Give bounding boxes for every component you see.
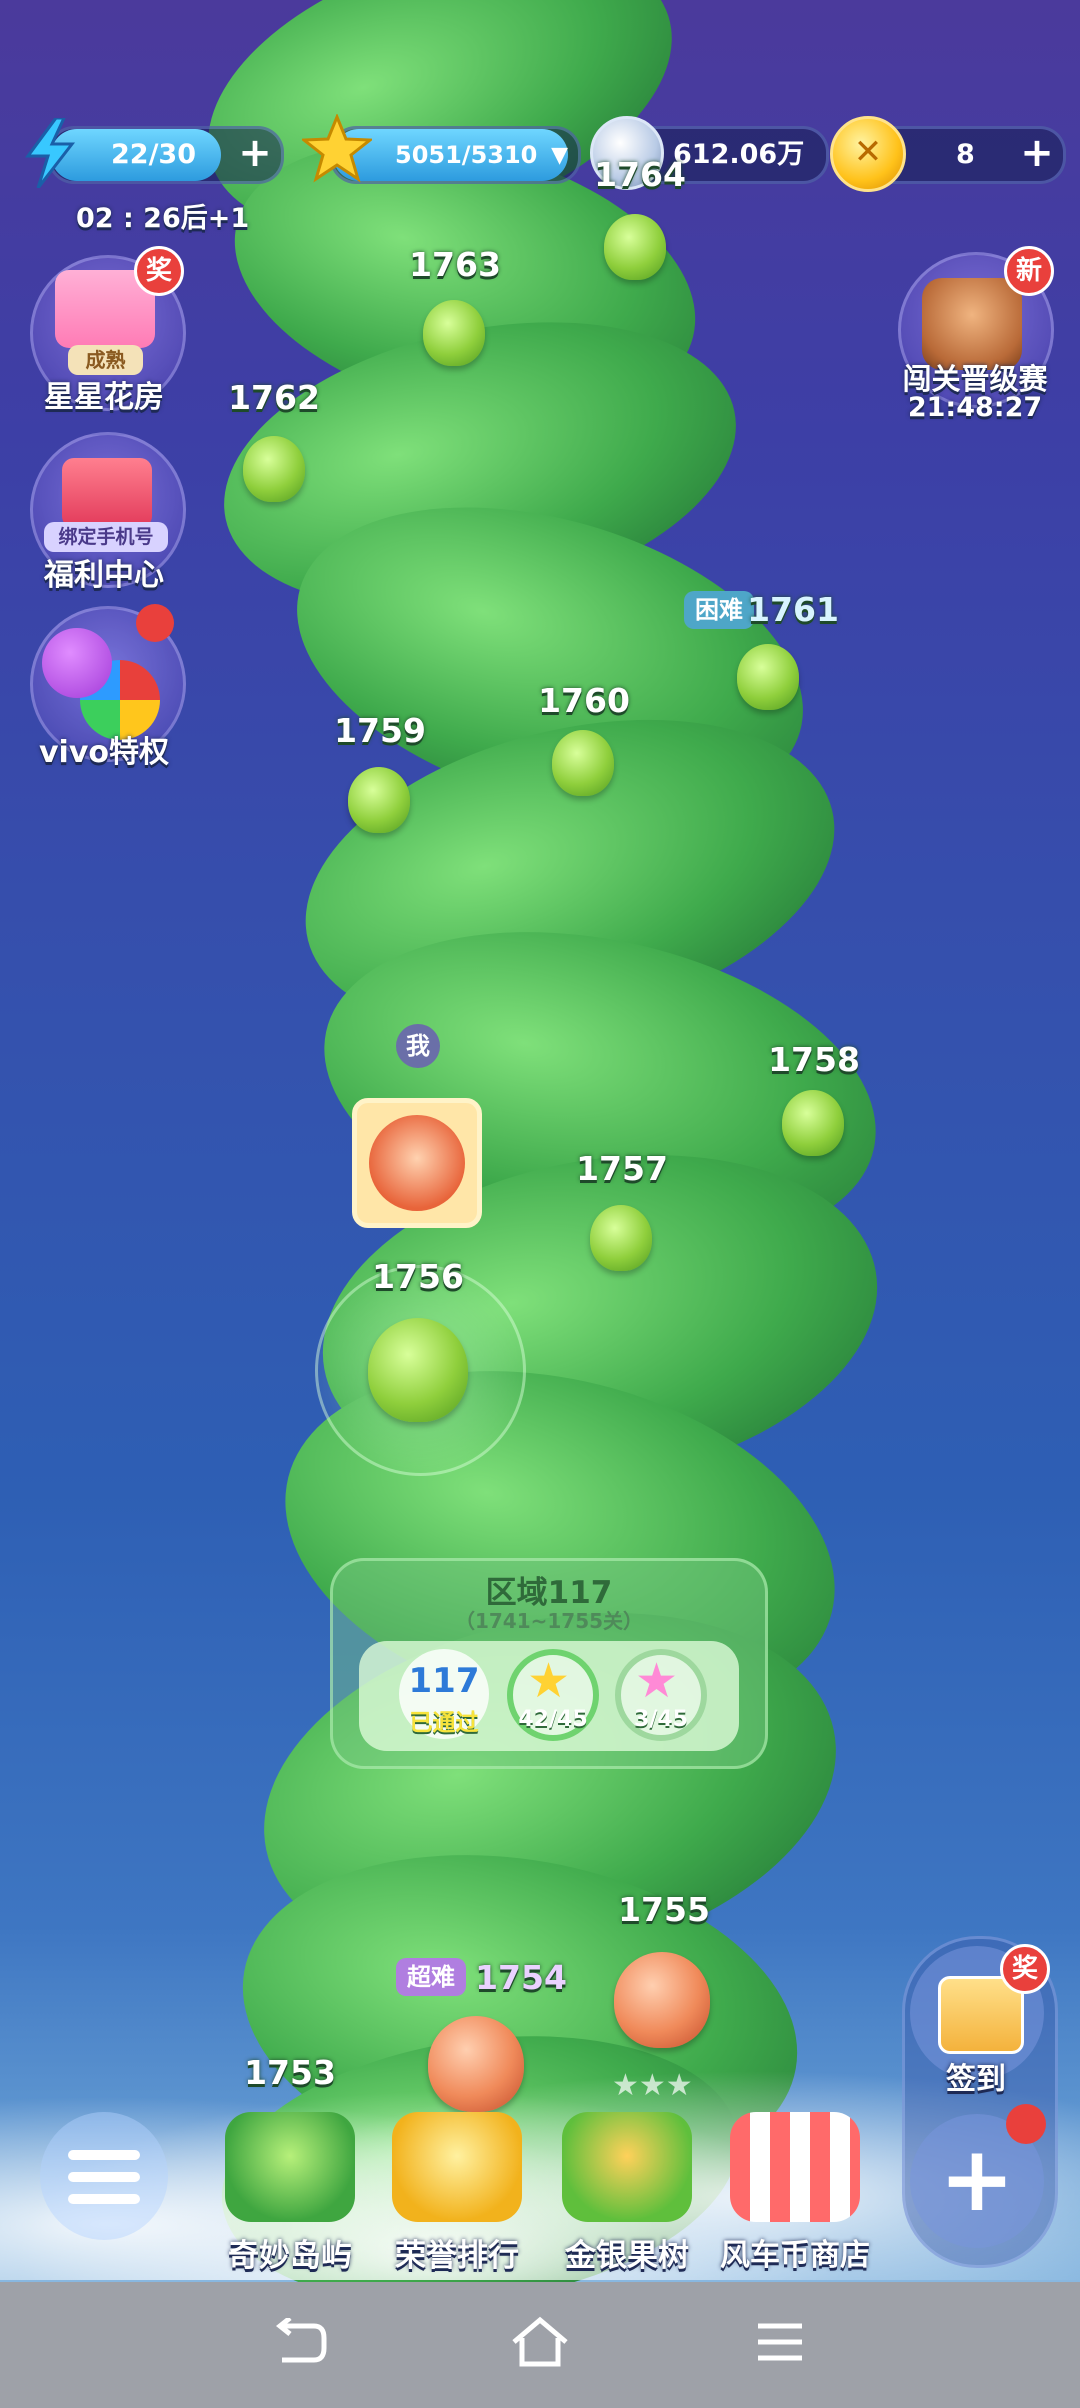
region-star-count: 42/45 [518,1707,588,1732]
home-icon[interactable] [508,2314,572,2370]
level-1755-number: 1755 [618,1890,710,1929]
level-1758-node[interactable] [782,1090,844,1156]
signin-badge: 奖 [1000,1944,1050,1994]
nav-islands[interactable]: 奇妙岛屿 [205,2112,375,2275]
nav-ranking-label: 荣誉排行 [395,2238,519,2274]
level-1763-node[interactable] [423,300,485,366]
star-icon [299,113,375,184]
level-1754-difficulty-tag: 超难 [396,1958,466,1996]
fruit-tree-icon [562,2112,692,2222]
region-subtitle: （1741~1755关） [454,1609,644,1633]
avatar-character-icon [369,1115,465,1211]
energy-bar[interactable]: 22/30 + [48,126,284,184]
region-panel[interactable]: 区域117 （1741~1755关） 117 已通过 ★ 42/45 ★ 3/4… [330,1558,768,1769]
energy-timer: 02 : 26后+1 [76,203,250,234]
region-rainbow-count: 3/45 [634,1707,688,1732]
flower-house-label: 星星花房 [44,380,164,415]
rainbow-star-icon: ★ [635,1653,679,1709]
energy-value: 22/30 [111,139,197,170]
region-star-icon: ★ [527,1653,571,1709]
flower-house-badge: 奖 [134,246,184,296]
level-1754-node[interactable] [428,2016,524,2112]
level-1753-number: 1753 [244,2053,336,2092]
player-avatar[interactable] [352,1098,482,1228]
welfare-tag: 绑定手机号 [44,522,168,552]
system-nav-bar [0,2282,1080,2408]
level-1758-number: 1758 [768,1040,860,1079]
nav-shop-label: 风车币商店 [720,2238,870,2273]
palm-tree-icon [225,2112,355,2222]
vivo-notify-dot [136,604,174,642]
crown-icon [392,2112,522,2222]
nav-fruit-tree-label: 金银果树 [565,2238,689,2274]
flower-house-tag: 成熟 [68,345,143,375]
welfare-label: 福利中心 [44,558,164,593]
nav-shop[interactable]: 风车币商店 [710,2112,880,2274]
back-icon[interactable] [270,2316,330,2368]
expand-notify-dot [1006,2104,1046,2144]
level-1756-number: 1756 [372,1257,464,1296]
nav-fruit-tree[interactable]: 金银果树 [542,2112,712,2275]
level-1759-number: 1759 [334,711,426,750]
menu-icon[interactable] [756,2320,804,2364]
level-1762-number: 1762 [228,378,320,417]
shop-stall-icon [730,2112,860,2222]
list-icon [68,2150,140,2204]
nav-ranking[interactable]: 荣誉排行 [372,2112,542,2275]
add-energy-button[interactable]: + [235,133,275,173]
signin-label: 签到 [946,2062,1006,2097]
level-1755-node[interactable] [614,1952,710,2048]
level-1760-number: 1760 [538,681,630,720]
level-1764-number: 1764 [594,155,686,194]
present-icon [62,458,152,528]
level-1757-number: 1757 [576,1149,668,1188]
level-1759-node[interactable] [348,767,410,833]
level-1755-stars: ★★★ [612,2068,693,2103]
monster-icon [42,628,112,698]
star-value: 5051/5310 [395,141,538,169]
level-1757-node[interactable] [590,1205,652,1271]
nav-islands-label: 奇妙岛屿 [228,2238,352,2274]
player-marker: 我 [396,1024,440,1068]
tournament-timer: 21:48:27 [907,392,1043,423]
add-coin-button[interactable]: + [1017,133,1057,173]
coin-value: 8 [956,139,975,170]
lightning-icon [22,116,78,189]
level-1756-node[interactable] [368,1318,468,1422]
level-1763-number: 1763 [409,245,501,284]
gold-coin-icon: ✕ [830,116,906,192]
region-number: 117 [408,1661,480,1701]
region-status: 已通过 [409,1710,479,1736]
level-1762-node[interactable] [243,436,305,502]
level-1754-number: 1754 [475,1958,567,1997]
level-1760-node[interactable] [552,730,614,796]
vivo-label: vivo特权 [38,735,169,770]
list-menu-button[interactable] [40,2112,168,2240]
level-1764-node[interactable] [604,214,666,280]
tournament-badge: 新 [1004,246,1054,296]
level-1761-node[interactable] [737,644,799,710]
level-1761-number: 1761 [747,590,839,629]
